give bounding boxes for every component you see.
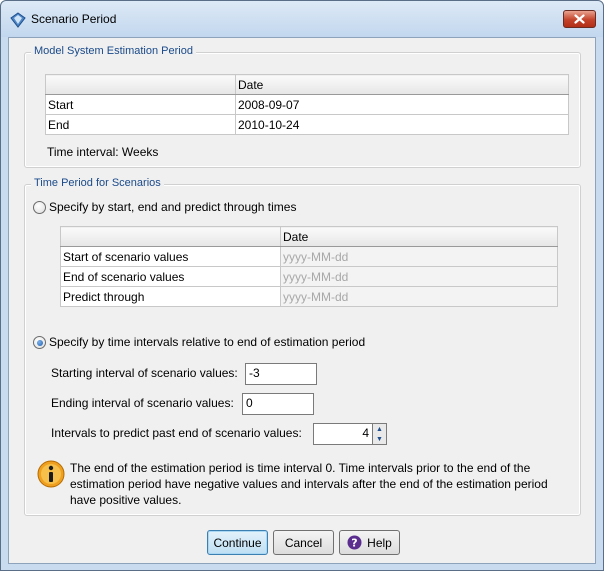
scenario-end-date[interactable]: yyyy-MM-dd (280, 266, 558, 287)
specify-by-times-radio[interactable] (33, 201, 46, 214)
predict-intervals-stepper[interactable]: 4 (313, 423, 373, 445)
estimation-end-date[interactable]: 2010-10-24 (235, 114, 569, 135)
title-bar[interactable]: Scenario Period (1, 1, 603, 37)
scenario-end-label: End of scenario values (60, 266, 281, 287)
estimation-start-date[interactable]: 2008-09-07 (235, 94, 569, 115)
table-row[interactable]: Predict through yyyy-MM-dd (60, 286, 558, 307)
close-button[interactable] (563, 10, 596, 28)
chevron-up-icon[interactable]: ▲ (373, 424, 386, 434)
ending-interval-input[interactable]: 0 (242, 393, 314, 415)
info-icon (37, 460, 65, 488)
predict-through-label: Predict through (60, 286, 281, 307)
cancel-button[interactable]: Cancel (273, 530, 334, 555)
estimation-date-header[interactable]: Date (235, 74, 569, 95)
estimation-table-header-row: Date (45, 74, 569, 95)
estimation-period-legend: Model System Estimation Period (31, 45, 196, 57)
estimation-corner-cell (45, 74, 236, 95)
continue-button-label: Continue (213, 535, 262, 550)
specify-by-intervals-radio[interactable] (33, 336, 46, 349)
close-icon (574, 14, 585, 24)
ending-interval-label: Ending interval of scenario values: (51, 396, 234, 410)
scenario-corner-cell (60, 226, 281, 247)
help-icon: ? (347, 535, 362, 550)
predict-intervals-label: Intervals to predict past end of scenari… (51, 426, 302, 440)
help-button[interactable]: ? Help (339, 530, 400, 555)
diamond-app-icon (10, 12, 26, 28)
predict-through-date[interactable]: yyyy-MM-dd (280, 286, 558, 307)
svg-text:?: ? (351, 537, 357, 550)
table-row[interactable]: End 2010-10-24 (45, 114, 569, 135)
scenario-date-header[interactable]: Date (280, 226, 558, 247)
scenario-dates-table: Date Start of scenario values yyyy-MM-dd… (60, 226, 558, 307)
specify-by-intervals-label[interactable]: Specify by time intervals relative to en… (49, 335, 365, 349)
chevron-down-icon[interactable]: ▼ (373, 434, 386, 444)
scenario-start-label: Start of scenario values (60, 246, 281, 267)
table-row[interactable]: Start 2008-09-07 (45, 94, 569, 115)
time-interval-label: Time interval: Weeks (47, 145, 159, 159)
scenario-table-header-row: Date (60, 226, 558, 247)
table-row[interactable]: End of scenario values yyyy-MM-dd (60, 266, 558, 287)
predict-intervals-spin[interactable]: ▲ ▼ (373, 423, 387, 445)
estimation-end-label: End (45, 114, 236, 135)
table-row[interactable]: Start of scenario values yyyy-MM-dd (60, 246, 558, 267)
info-message: The end of the estimation period is time… (70, 461, 548, 507)
starting-interval-input[interactable]: -3 (245, 363, 317, 385)
dialog-window: Scenario Period Model System Estimation … (0, 0, 604, 571)
scenario-start-date[interactable]: yyyy-MM-dd (280, 246, 558, 267)
scenario-period-legend: Time Period for Scenarios (31, 177, 164, 189)
continue-button[interactable]: Continue (207, 530, 268, 555)
estimation-table: Date Start 2008-09-07 End 2010-10-24 (45, 74, 569, 135)
specify-by-times-label[interactable]: Specify by start, end and predict throug… (49, 200, 296, 214)
estimation-start-label: Start (45, 94, 236, 115)
help-button-label: Help (367, 535, 392, 550)
window-title: Scenario Period (31, 12, 117, 26)
starting-interval-label: Starting interval of scenario values: (51, 366, 238, 380)
dialog-body: Model System Estimation Period Date Star… (8, 37, 596, 564)
cancel-button-label: Cancel (284, 535, 323, 550)
